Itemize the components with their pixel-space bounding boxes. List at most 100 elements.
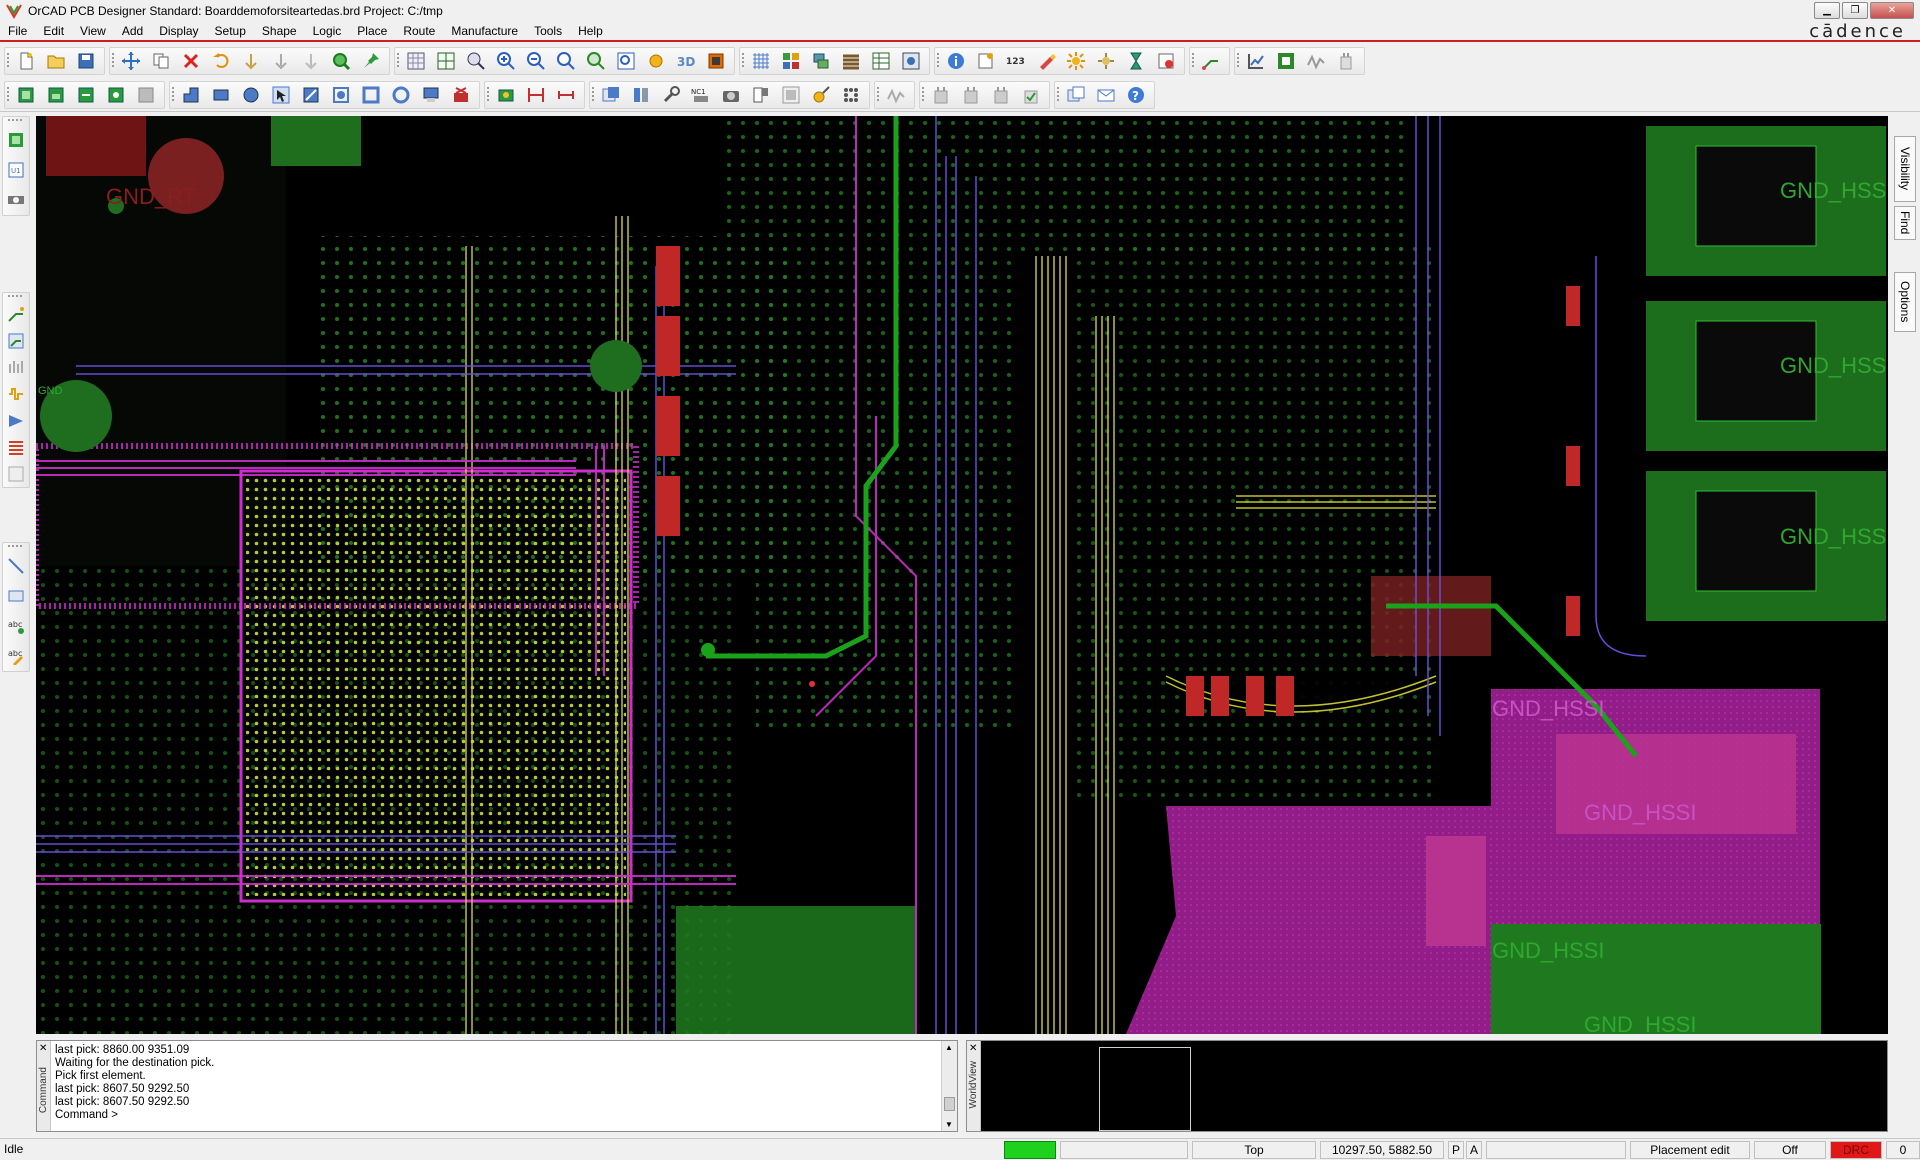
- info-button[interactable]: [944, 49, 968, 73]
- left-refdes-button[interactable]: U1: [5, 159, 27, 181]
- grid-2-button[interactable]: [434, 49, 458, 73]
- redo-button[interactable]: [239, 49, 263, 73]
- lib-3-button[interactable]: [989, 83, 1013, 107]
- signal-button[interactable]: [1274, 49, 1298, 73]
- constraints-button[interactable]: [869, 49, 893, 73]
- artwork-button[interactable]: [599, 83, 623, 107]
- dimension-2-button[interactable]: [554, 83, 578, 107]
- nc-button[interactable]: [659, 83, 683, 107]
- menu-shape[interactable]: Shape: [254, 24, 305, 38]
- color-button[interactable]: [779, 49, 803, 73]
- close-icon[interactable]: ✕: [969, 1043, 977, 1054]
- zoom-prev-button[interactable]: [554, 49, 578, 73]
- place-disabled-button[interactable]: [134, 83, 158, 107]
- testprep-button[interactable]: [809, 83, 833, 107]
- tab-options[interactable]: Options: [1894, 272, 1916, 332]
- probe-button[interactable]: [1334, 49, 1358, 73]
- copy-button[interactable]: [149, 49, 173, 73]
- left-bus-button[interactable]: [5, 438, 27, 457]
- minimize-button[interactable]: ▁: [1814, 2, 1840, 19]
- left-delay-button[interactable]: [5, 385, 27, 404]
- tab-find[interactable]: Find: [1894, 206, 1916, 240]
- command-prompt[interactable]: Command >: [55, 1109, 214, 1122]
- close-button[interactable]: ✕: [1870, 2, 1914, 19]
- status-active-layer[interactable]: Top: [1192, 1141, 1316, 1159]
- panel-button[interactable]: [779, 83, 803, 107]
- menu-place[interactable]: Place: [349, 24, 395, 38]
- grid-settings-button[interactable]: [749, 49, 773, 73]
- zoom-out-button[interactable]: [524, 49, 548, 73]
- drill-button[interactable]: [629, 83, 653, 107]
- status-drc-badge[interactable]: DRC: [1830, 1141, 1882, 1159]
- zoom-fit-button[interactable]: [464, 49, 488, 73]
- shape-delete-button[interactable]: [449, 83, 473, 107]
- scroll-down-icon[interactable]: ▼: [945, 1120, 953, 1129]
- scroll-thumb[interactable]: [944, 1097, 955, 1111]
- drill-table-button[interactable]: NC1: [689, 83, 713, 107]
- pcb-drawing[interactable]: GND_RT GND_HSSI GND_HSSI GND_HSSI GND_HS…: [36, 116, 1888, 1034]
- timer-button[interactable]: [1124, 49, 1148, 73]
- pin-button[interactable]: [359, 49, 383, 73]
- lib-2-button[interactable]: [959, 83, 983, 107]
- menu-view[interactable]: View: [72, 24, 114, 38]
- close-icon[interactable]: ✕: [39, 1043, 47, 1054]
- highlight-button[interactable]: [1034, 49, 1058, 73]
- windows-button[interactable]: [1064, 83, 1088, 107]
- lib-check-button[interactable]: [1019, 83, 1043, 107]
- step-down-2-button[interactable]: [299, 49, 323, 73]
- left-fanout-button[interactable]: [5, 358, 27, 377]
- netlist-button[interactable]: [899, 49, 923, 73]
- zoom-in-button[interactable]: [494, 49, 518, 73]
- menu-route[interactable]: Route: [395, 24, 443, 38]
- menu-logic[interactable]: Logic: [305, 24, 350, 38]
- via-button[interactable]: [494, 83, 518, 107]
- pcb-canvas[interactable]: GND_RT GND_HSSI GND_HSSI GND_HSSI GND_HS…: [36, 116, 1888, 1034]
- dimension-button[interactable]: [524, 83, 548, 107]
- open-file-button[interactable]: [44, 49, 68, 73]
- menu-setup[interactable]: Setup: [207, 24, 254, 38]
- status-a-toggle[interactable]: A: [1466, 1141, 1482, 1159]
- menu-add[interactable]: Add: [114, 24, 151, 38]
- step-down-button[interactable]: [269, 49, 293, 73]
- left-place-button[interactable]: [5, 129, 27, 151]
- menu-tools[interactable]: Tools: [526, 24, 570, 38]
- zoom-window-button[interactable]: [614, 49, 638, 73]
- left-edit-text-button[interactable]: abc: [5, 645, 27, 667]
- shape-select-button[interactable]: [269, 83, 293, 107]
- zoom-world-button[interactable]: [584, 49, 608, 73]
- silk-button[interactable]: [749, 83, 773, 107]
- shade-button[interactable]: [644, 49, 668, 73]
- undo-button[interactable]: [209, 49, 233, 73]
- shape-polygon-button[interactable]: [179, 83, 203, 107]
- left-line-button[interactable]: [5, 555, 27, 577]
- place-quick-button[interactable]: [44, 83, 68, 107]
- left-spread-button[interactable]: [5, 411, 27, 430]
- menu-display[interactable]: Display: [151, 24, 206, 38]
- shape-merge-button[interactable]: [329, 83, 353, 107]
- mail-button[interactable]: [1094, 83, 1118, 107]
- restore-button[interactable]: ❐: [1842, 2, 1868, 19]
- connect-button[interactable]: [1199, 49, 1223, 73]
- left-add-text-button[interactable]: abc: [5, 615, 27, 637]
- measure-button[interactable]: 123: [1004, 49, 1028, 73]
- menu-help[interactable]: Help: [570, 24, 611, 38]
- place-rotate-button[interactable]: [104, 83, 128, 107]
- new-file-button[interactable]: [14, 49, 38, 73]
- worldview-viewport-rect[interactable]: [1099, 1047, 1191, 1131]
- stackup-button[interactable]: [839, 49, 863, 73]
- properties-button[interactable]: [974, 49, 998, 73]
- shape-fill-button[interactable]: [419, 83, 443, 107]
- shape-edit-button[interactable]: [299, 83, 323, 107]
- menu-edit[interactable]: Edit: [35, 24, 72, 38]
- waveform-2-button[interactable]: [884, 83, 908, 107]
- shape-circle-button[interactable]: [239, 83, 263, 107]
- lib-1-button[interactable]: [929, 83, 953, 107]
- menu-file[interactable]: File: [0, 24, 35, 38]
- tab-visibility[interactable]: Visibility: [1894, 136, 1916, 202]
- camera-button[interactable]: [719, 83, 743, 107]
- menu-manufacture[interactable]: Manufacture: [443, 24, 526, 38]
- assign-color-button[interactable]: [1064, 49, 1088, 73]
- shape-rect-button[interactable]: [209, 83, 233, 107]
- help-button[interactable]: ?: [1124, 83, 1148, 107]
- delete-button[interactable]: [179, 49, 203, 73]
